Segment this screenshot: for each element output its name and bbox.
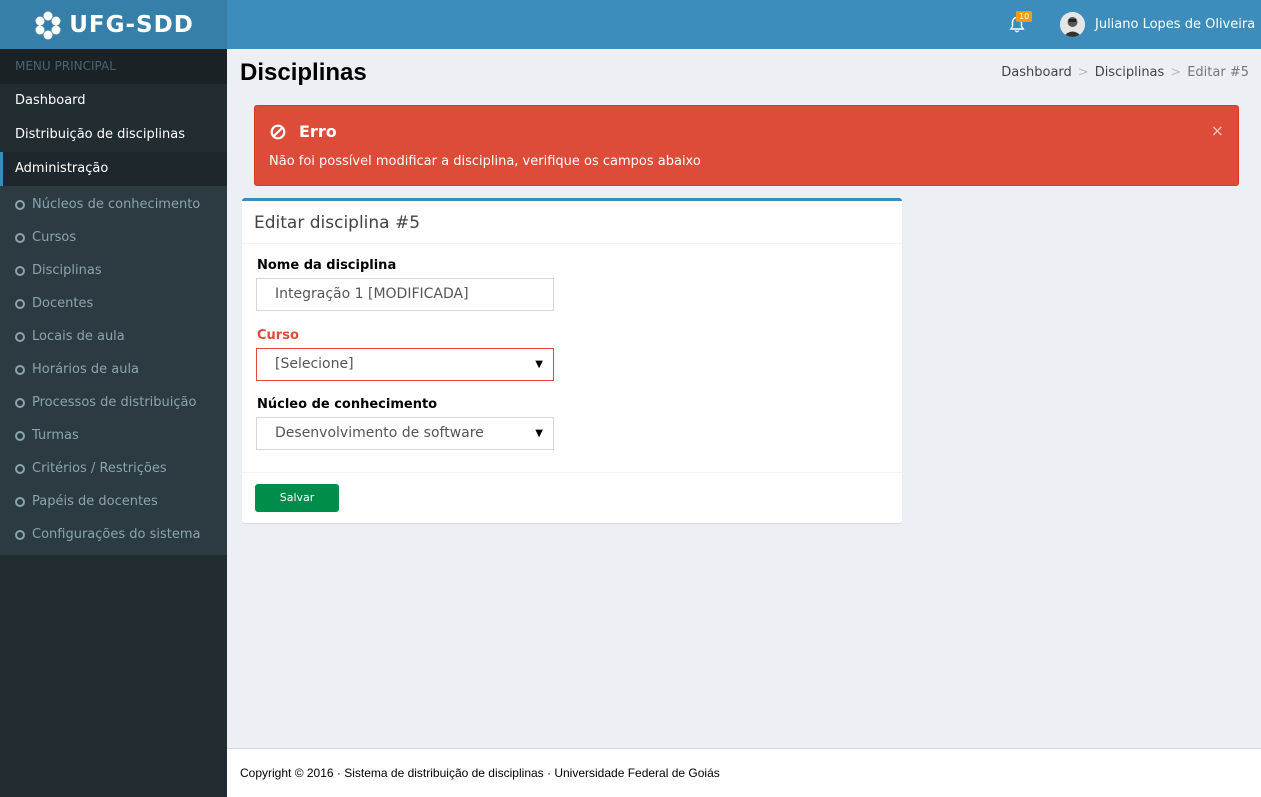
nucleus-select-value: Desenvolvimento de software (275, 425, 484, 441)
course-select-value: [Selecione] (275, 356, 354, 372)
submenu-item-label: Disciplinas (32, 263, 102, 278)
logo[interactable]: UFG-SDD (0, 0, 227, 49)
alert-title-text: Erro (299, 122, 337, 141)
submenu-item-horarios[interactable]: Horários de aula (0, 353, 227, 386)
circle-icon (15, 463, 25, 474)
circle-icon (15, 430, 25, 441)
name-label: Nome da disciplina (257, 258, 397, 273)
nucleus-select[interactable]: Desenvolvimento de software ▼ (256, 417, 554, 450)
submenu-item-label: Docentes (32, 296, 94, 311)
circle-icon (15, 199, 25, 210)
footer: Copyright © 2016 · Sistema de distribuiç… (227, 748, 1261, 797)
breadcrumb: Dashboard > Disciplinas > Editar #5 (1001, 65, 1249, 80)
submenu-item-label: Horários de aula (32, 362, 140, 377)
breadcrumb-current: Editar #5 (1187, 65, 1249, 80)
circle-icon (15, 397, 25, 408)
user-menu[interactable]: Juliano Lopes de Oliveira (1060, 12, 1255, 37)
logo-icon (35, 11, 61, 39)
sidebar-item-dashboard[interactable]: Dashboard (0, 84, 227, 118)
submenu-item-cursos[interactable]: Cursos (0, 221, 227, 254)
error-alert: Erro Não foi possível modificar a discip… (254, 105, 1239, 186)
submenu-item-label: Locais de aula (32, 329, 125, 344)
user-name: Juliano Lopes de Oliveira (1095, 17, 1256, 32)
chevron-down-icon: ▼ (535, 428, 543, 439)
circle-icon (15, 331, 25, 342)
top-navbar: 10 Juliano Lopes de Oliveira (227, 0, 1261, 49)
course-label: Curso (257, 328, 299, 343)
box-footer: Salvar (242, 472, 902, 523)
notification-badge: 10 (1016, 11, 1033, 22)
name-input[interactable]: Integração 1 [MODIFICADA] (256, 278, 554, 311)
submenu-item-label: Configurações do sistema (32, 527, 201, 542)
submenu-item-configuracoes[interactable]: Configurações do sistema (0, 518, 227, 551)
course-select[interactable]: [Selecione] ▼ (256, 348, 554, 381)
submenu-item-turmas[interactable]: Turmas (0, 419, 227, 452)
menu-header: MENU PRINCIPAL (0, 49, 227, 84)
submenu-item-papeis[interactable]: Papéis de docentes (0, 485, 227, 518)
circle-icon (15, 529, 25, 540)
circle-icon (15, 298, 25, 309)
name-group: Nome da disciplina Integração 1 [MODIFIC… (256, 258, 554, 311)
circle-icon (15, 232, 25, 243)
edit-form-box: Editar disciplina #5 Nome da disciplina … (242, 198, 902, 523)
submenu-item-nucleos[interactable]: Núcleos de conhecimento (0, 188, 227, 221)
sidebar: UFG-SDD MENU PRINCIPAL Dashboard Distrib… (0, 0, 227, 797)
alert-message: Não foi possível modificar a disciplina,… (269, 154, 701, 169)
breadcrumb-disciplinas[interactable]: Disciplinas (1095, 65, 1165, 80)
box-title: Editar disciplina #5 (242, 201, 902, 244)
breadcrumb-separator: > (1170, 65, 1182, 80)
submenu-item-processos[interactable]: Processos de distribuição (0, 386, 227, 419)
page-title: Disciplinas (240, 59, 367, 86)
breadcrumb-separator: > (1077, 65, 1089, 80)
ban-icon (270, 124, 286, 139)
admin-submenu: Núcleos de conhecimento Cursos Disciplin… (0, 186, 227, 555)
submenu-item-label: Processos de distribuição (32, 395, 197, 410)
submenu-item-locais[interactable]: Locais de aula (0, 320, 227, 353)
submenu-item-label: Cursos (32, 230, 77, 245)
nucleus-label: Núcleo de conhecimento (257, 397, 438, 412)
submenu-item-docentes[interactable]: Docentes (0, 287, 227, 320)
save-button[interactable]: Salvar (255, 484, 339, 512)
submenu-item-label: Turmas (32, 428, 79, 443)
sidebar-item-distribuicao[interactable]: Distribuição de disciplinas (0, 118, 227, 152)
submenu-item-disciplinas[interactable]: Disciplinas (0, 254, 227, 287)
submenu-item-label: Núcleos de conhecimento (32, 197, 201, 212)
circle-icon (15, 265, 25, 276)
course-group: Curso [Selecione] ▼ (256, 328, 554, 381)
logo-text: UFG-SDD (69, 11, 194, 38)
submenu-item-criterios[interactable]: Critérios / Restrições (0, 452, 227, 485)
circle-icon (15, 364, 25, 375)
nucleus-group: Núcleo de conhecimento Desenvolvimento d… (256, 397, 554, 450)
sidebar-item-administracao[interactable]: Administração (0, 152, 227, 186)
avatar (1060, 12, 1085, 37)
close-icon[interactable]: × (1211, 121, 1224, 140)
alert-title: Erro (270, 122, 337, 141)
submenu-item-label: Critérios / Restrições (32, 461, 167, 476)
submenu-item-label: Papéis de docentes (32, 494, 158, 509)
chevron-down-icon: ▼ (535, 359, 543, 370)
circle-icon (15, 496, 25, 507)
breadcrumb-dashboard[interactable]: Dashboard (1001, 65, 1072, 80)
